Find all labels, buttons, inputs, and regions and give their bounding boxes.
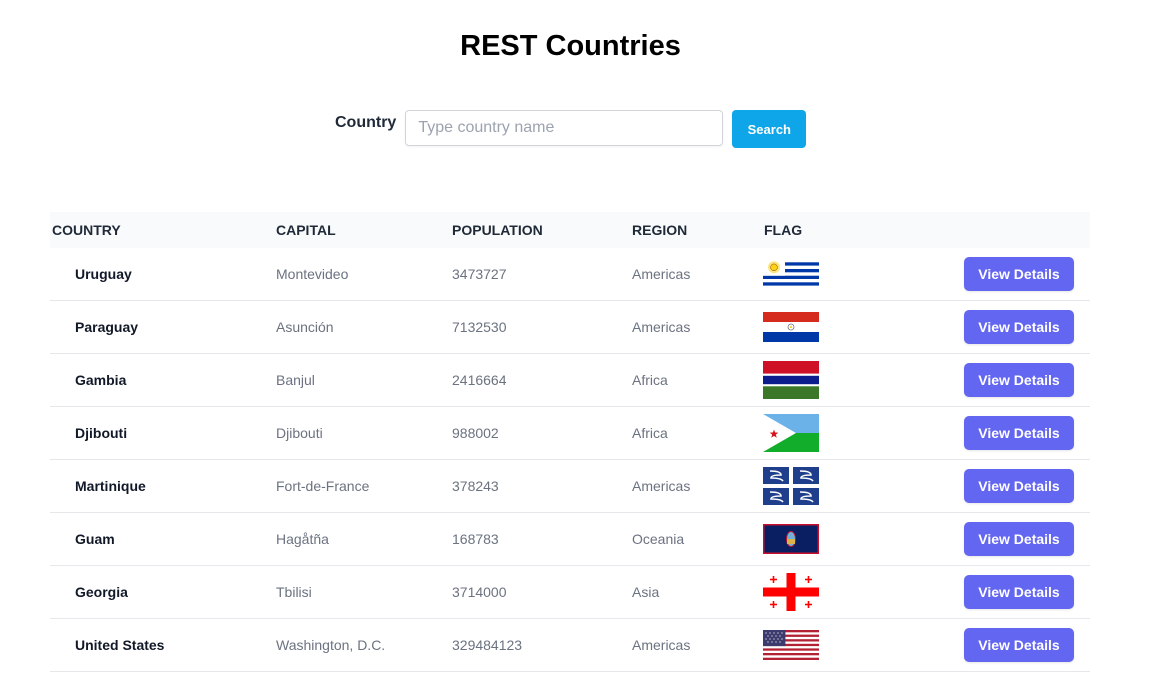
country-name: Georgia	[75, 584, 128, 600]
country-name: Uruguay	[75, 266, 132, 282]
country-name: United States	[75, 637, 165, 653]
column-header-region: REGION	[632, 222, 688, 238]
population: 378243	[452, 478, 499, 494]
usa-flag-icon	[763, 630, 819, 660]
column-header-country: COUNTRY	[52, 222, 121, 238]
view-details-button[interactable]: View Details	[964, 575, 1074, 609]
table-row: United States Washington, D.C. 329484123…	[50, 619, 1090, 672]
region: Asia	[632, 584, 660, 600]
population: 7132530	[452, 319, 507, 335]
martinique-flag-icon	[763, 467, 819, 505]
page-title: REST Countries	[460, 30, 681, 62]
population: 168783	[452, 531, 499, 547]
country-name: Paraguay	[75, 319, 139, 335]
table-row: Uruguay Montevideo 3473727 Americas View…	[50, 248, 1090, 301]
country-name: Guam	[75, 531, 115, 547]
region: Americas	[632, 478, 691, 494]
uruguay-flag-icon	[763, 259, 819, 289]
countries-table: COUNTRY CAPITAL POPULATION REGION FLAG U…	[50, 212, 1090, 672]
region: Americas	[632, 637, 691, 653]
view-details-button[interactable]: View Details	[964, 522, 1074, 556]
gambia-flag-icon	[763, 361, 819, 399]
search-button[interactable]: Search	[732, 110, 807, 148]
country-search-label: Country	[335, 114, 397, 131]
table-row: Gambia Banjul 2416664 Africa View Detail…	[50, 354, 1090, 407]
capital: Banjul	[276, 372, 315, 388]
view-details-button[interactable]: View Details	[964, 257, 1074, 291]
column-header-capital: CAPITAL	[276, 222, 336, 238]
region: Americas	[632, 266, 691, 282]
search-form: Country Search	[335, 110, 807, 148]
view-details-button[interactable]: View Details	[964, 416, 1074, 450]
view-details-button[interactable]: View Details	[964, 363, 1074, 397]
djibouti-flag-icon	[763, 414, 819, 452]
paraguay-flag-icon	[763, 312, 819, 342]
guam-flag-icon	[763, 524, 819, 554]
table-row: Djibouti Djibouti 988002 Africa View Det…	[50, 407, 1090, 460]
capital: Djibouti	[276, 425, 323, 441]
capital: Washington, D.C.	[276, 637, 386, 653]
population: 3473727	[452, 266, 507, 282]
column-header-population: POPULATION	[452, 222, 543, 238]
capital: Hagåtña	[276, 531, 329, 547]
capital: Fort-de-France	[276, 478, 370, 494]
table-row: Georgia Tbilisi 3714000 Asia View Detail…	[50, 566, 1090, 619]
region: Africa	[632, 425, 668, 441]
country-search-input[interactable]	[405, 110, 724, 146]
page: REST Countries Country Search COUNTRY CA…	[0, 0, 1163, 673]
table-header: COUNTRY CAPITAL POPULATION REGION FLAG	[50, 212, 1090, 248]
region: Americas	[632, 319, 691, 335]
column-header-flag: FLAG	[764, 222, 803, 238]
country-name: Djibouti	[75, 425, 128, 441]
table-row: Paraguay Asunción 7132530 Americas View …	[50, 301, 1090, 354]
view-details-button[interactable]: View Details	[964, 310, 1074, 344]
view-details-button[interactable]: View Details	[964, 469, 1074, 503]
view-details-button[interactable]: View Details	[964, 628, 1074, 662]
country-name: Gambia	[75, 372, 127, 388]
country-name: Martinique	[75, 478, 146, 494]
capital: Tbilisi	[276, 584, 312, 600]
population: 329484123	[452, 637, 523, 653]
region: Africa	[632, 372, 668, 388]
capital: Asunción	[276, 319, 334, 335]
table-row: Martinique Fort-de-France 378243 America…	[50, 460, 1090, 513]
population: 2416664	[452, 372, 507, 388]
georgia-flag-icon	[763, 573, 819, 611]
table-row: Guam Hagåtña 168783 Oceania View Details	[50, 513, 1090, 566]
capital: Montevideo	[276, 266, 349, 282]
region: Oceania	[632, 531, 685, 547]
population: 3714000	[452, 584, 507, 600]
population: 988002	[452, 425, 499, 441]
